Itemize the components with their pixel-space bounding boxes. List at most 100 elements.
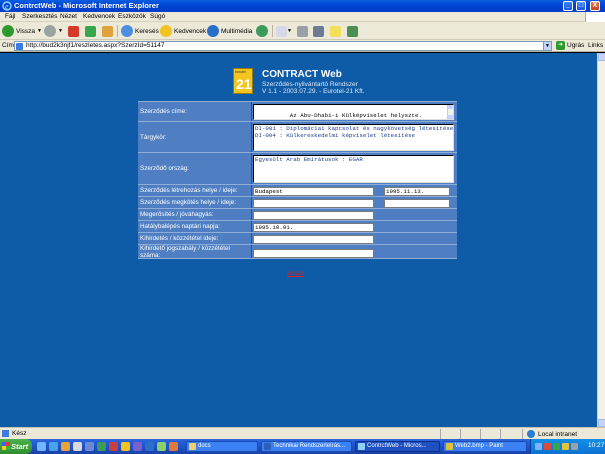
label-subject: Tárgykör: xyxy=(138,122,251,152)
taskbar-item-contractweb[interactable]: ContrctWeb - Micros... xyxy=(355,441,440,452)
printer-icon xyxy=(297,25,308,37)
minimize-button[interactable]: _ xyxy=(563,1,573,11)
discuss-button[interactable] xyxy=(330,24,341,38)
forward-arrow-icon xyxy=(44,25,56,37)
menu-file[interactable]: Fájl xyxy=(5,13,15,21)
svg-text:e: e xyxy=(5,2,9,11)
quicklaunch-icon[interactable] xyxy=(109,442,118,451)
favorites-button[interactable]: Kedvencek xyxy=(160,24,206,38)
confirmation-field[interactable] xyxy=(253,211,374,220)
desktop-icon[interactable] xyxy=(37,442,46,451)
tray-volume-icon[interactable] xyxy=(571,443,578,450)
field-scrollbar[interactable] xyxy=(447,105,453,119)
subject-field[interactable]: DI-001 : Diplomáciai kapcsolat és nagykö… xyxy=(253,124,454,151)
taskbar-item-word-doc[interactable]: Technikai Rendszerleírás... xyxy=(261,441,352,452)
zone-text: Local intranet xyxy=(538,430,578,438)
taskbar-item-paint[interactable]: Web2.bmp - Paint xyxy=(443,441,527,452)
ie-quicklaunch-icon[interactable] xyxy=(49,442,58,451)
messenger-button[interactable] xyxy=(347,24,358,38)
security-zone: Local intranet xyxy=(522,429,577,439)
menu-view[interactable]: Nézet xyxy=(60,13,77,21)
address-label: Cím xyxy=(2,42,14,49)
quicklaunch-icon[interactable] xyxy=(73,442,82,451)
tray-app-icon[interactable] xyxy=(562,443,569,450)
signing-date-field[interactable] xyxy=(384,199,450,208)
legislation-field[interactable] xyxy=(253,249,374,258)
go-button[interactable]: ➜ Ugrás xyxy=(556,41,584,50)
status-bar: Kész Local intranet xyxy=(0,427,605,439)
status-divider xyxy=(440,429,441,439)
page-scrollbar[interactable] xyxy=(597,53,605,427)
back-link[interactable]: vissza xyxy=(287,271,304,277)
quicklaunch-icon[interactable] xyxy=(121,442,130,451)
menu-help[interactable]: Súgó xyxy=(150,13,165,21)
edit-button[interactable] xyxy=(313,24,324,38)
url-dropdown-button[interactable]: ▼ xyxy=(543,41,552,51)
value-cell xyxy=(252,245,457,258)
contract-details-form: Szerződés címe: Az Abu-Dhabi-i Külképvis… xyxy=(138,101,457,259)
quicklaunch-icon[interactable] xyxy=(85,442,94,451)
scroll-up-button[interactable] xyxy=(598,53,605,61)
forward-button[interactable]: ▼ xyxy=(44,24,63,38)
status-left: Kész xyxy=(2,430,26,437)
media-button[interactable]: Multimédia xyxy=(207,24,252,38)
url-text: http://bud2k3njf1/reszletes.aspx?SzerzId… xyxy=(26,42,165,49)
menu-tools[interactable]: Eszközök xyxy=(118,13,146,21)
scroll-down-button[interactable] xyxy=(598,419,605,427)
row-publication: Kihirdetés / közzététel ideje: xyxy=(138,232,457,244)
quicklaunch-icon[interactable] xyxy=(145,442,154,451)
links-button[interactable]: Links xyxy=(588,42,603,49)
signing-place-field[interactable] xyxy=(253,199,374,208)
close-button[interactable]: X xyxy=(590,1,600,11)
home-button[interactable] xyxy=(102,24,113,38)
print-button[interactable] xyxy=(297,24,308,38)
taskbar-item-docs[interactable]: docs xyxy=(186,441,258,452)
back-label: Vissza xyxy=(16,27,36,35)
search-button[interactable]: Keresés xyxy=(121,24,159,38)
creation-place-field[interactable]: Budapest xyxy=(253,187,374,196)
contract-title-field[interactable]: Az Abu-Dhabi-i Külképviselet helyszte. xyxy=(253,104,454,120)
start-button[interactable]: Start xyxy=(0,439,32,454)
quicklaunch-icon[interactable] xyxy=(97,442,106,451)
ie-icon: e xyxy=(2,1,12,11)
window-titlebar[interactable]: e ContrctWeb - Microsoft Internet Explor… xyxy=(0,0,605,12)
row-confirmation: Megerősítés / jóváhagyás: xyxy=(138,208,457,220)
tray-clock[interactable]: 10:27 xyxy=(588,442,604,449)
country-field[interactable]: Egyesült Arab Emirátusok : EGAR xyxy=(253,155,454,183)
tray-network-icon[interactable] xyxy=(535,443,542,450)
value-cell xyxy=(252,233,457,244)
label-publication: Kihirdetés / közzététel ideje: xyxy=(138,233,251,244)
effective-date-field[interactable]: 1995.10.01. xyxy=(253,223,374,232)
quicklaunch-icon[interactable] xyxy=(169,442,178,451)
url-input[interactable]: http://bud2k3njf1/reszletes.aspx?SzerzId… xyxy=(14,41,552,51)
status-divider xyxy=(460,429,461,439)
eurotel-logo: eurotel 21 xyxy=(233,68,253,94)
task-label: Technikai Rendszerleírás... xyxy=(273,443,346,449)
status-divider xyxy=(480,429,481,439)
tray-app-icon[interactable] xyxy=(553,443,560,450)
stop-button[interactable] xyxy=(68,24,79,38)
row-legislation: Kihirdető jogszabály / közzététel száma: xyxy=(138,244,457,259)
creation-date-field[interactable]: 1995.11.13. xyxy=(384,187,450,196)
windows-flag-icon xyxy=(2,442,10,450)
refresh-button[interactable] xyxy=(85,24,96,38)
tray-antivirus-icon[interactable] xyxy=(544,443,551,450)
page-icon xyxy=(2,430,9,437)
back-button[interactable]: Vissza ▼ xyxy=(2,24,42,38)
label-creation: Szerződés létrehozás helye / ideje: xyxy=(138,185,251,196)
row-effective-date: Hatálybalépés naptári napja: 1995.10.01. xyxy=(138,220,457,232)
quicklaunch-icon[interactable] xyxy=(157,442,166,451)
favorites-label: Kedvencek xyxy=(174,27,207,35)
media-icon xyxy=(207,25,219,37)
menu-edit[interactable]: Szerkesztés xyxy=(22,13,57,21)
mail-button[interactable]: ▼ xyxy=(276,24,292,38)
history-button[interactable] xyxy=(256,24,270,38)
publication-field[interactable] xyxy=(253,235,374,244)
mail-icon xyxy=(276,25,287,37)
maximize-button[interactable]: □ xyxy=(576,1,586,11)
quicklaunch-icon[interactable] xyxy=(133,442,142,451)
search-label: Keresés xyxy=(135,27,159,35)
explorer-icon[interactable] xyxy=(61,442,70,451)
menu-favorites[interactable]: Kedvencek xyxy=(83,13,115,21)
status-text: Kész xyxy=(12,430,27,437)
